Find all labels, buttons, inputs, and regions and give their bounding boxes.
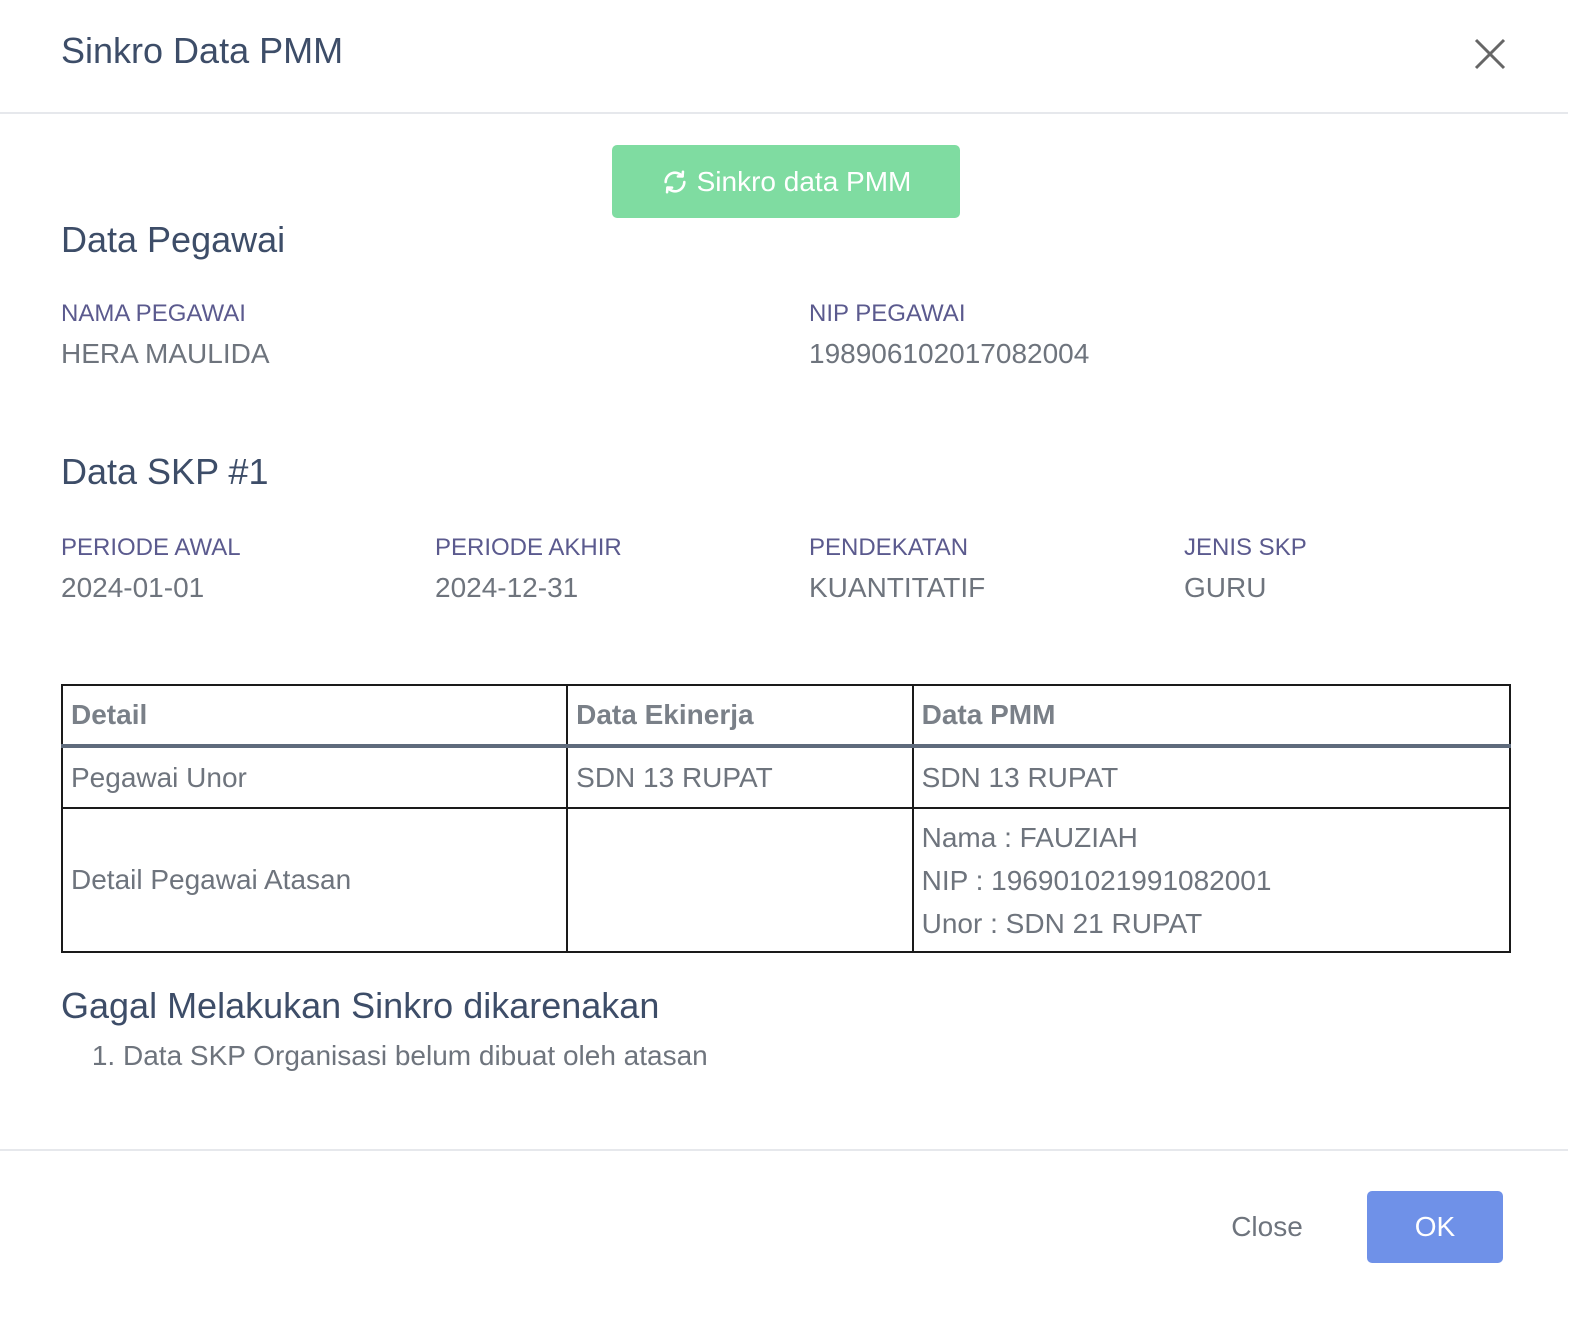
cell-detail: Pegawai Unor [60, 745, 569, 809]
pendekatan-label: PENDEKATAN [809, 534, 969, 561]
atasan-nama: Nama : FAUZIAH [921, 821, 1138, 853]
modal-footer-divider [0, 1149, 1568, 1151]
column-header-ekinerja: Data Ekinerja [566, 684, 914, 748]
sync-pmm-modal: Sinkro Data PMM Sinkro data PMM Data Peg… [0, 0, 1568, 1322]
table-row: Detail Pegawai Atasan Nama : FAUZIAH NIP… [60, 807, 1512, 953]
cell-pmm: Nama : FAUZIAH NIP : 196901021991082001 … [911, 807, 1512, 953]
close-button[interactable]: Close [1212, 1191, 1322, 1263]
cell-ekinerja [566, 807, 914, 953]
pendekatan-value: KUANTITATIF [809, 572, 986, 603]
modal-header: Sinkro Data PMM [0, 0, 1568, 114]
table-row: Pegawai Unor SDN 13 RUPAT SDN 13 RUPAT [60, 745, 1512, 809]
nama-pegawai-label: NAMA PEGAWAI [61, 300, 246, 327]
cell-detail: Detail Pegawai Atasan [60, 807, 569, 953]
failure-heading: Gagal Melakukan Sinkro dikarenakan [61, 985, 660, 1026]
failure-reasons-list: Data SKP Organisasi belum dibuat oleh at… [61, 1040, 708, 1072]
close-icon[interactable] [1468, 32, 1512, 76]
sync-button-label: Sinkro data PMM [696, 165, 912, 197]
column-header-pmm: Data PMM [911, 684, 1512, 748]
cell-pmm: SDN 13 RUPAT [911, 745, 1512, 809]
sync-pmm-button[interactable]: Sinkro data PMM [612, 145, 960, 218]
refresh-icon [664, 169, 686, 194]
periode-awal-label: PERIODE AWAL [61, 534, 241, 561]
jenis-skp-value: GURU [1184, 572, 1267, 603]
table-header-row: Detail Data Ekinerja Data PMM [60, 684, 1512, 748]
modal-title: Sinkro Data PMM [61, 30, 344, 71]
data-skp-heading: Data SKP #1 [61, 451, 269, 492]
nip-pegawai-label: NIP PEGAWAI [809, 300, 966, 327]
nip-pegawai-value: 198906102017082004 [809, 338, 1090, 369]
column-header-detail: Detail [60, 684, 569, 748]
ok-button[interactable]: OK [1367, 1191, 1503, 1263]
jenis-skp-label: JENIS SKP [1184, 534, 1307, 561]
periode-akhir-value: 2024-12-31 [435, 572, 579, 603]
periode-akhir-label: PERIODE AKHIR [435, 534, 622, 561]
cell-ekinerja: SDN 13 RUPAT [566, 745, 914, 809]
nama-pegawai-value: HERA MAULIDA [61, 338, 270, 369]
comparison-table: Detail Data Ekinerja Data PMM Pegawai Un… [60, 684, 1512, 953]
data-pegawai-heading: Data Pegawai [61, 219, 286, 260]
periode-awal-value: 2024-01-01 [61, 572, 205, 603]
list-item: Data SKP Organisasi belum dibuat oleh at… [123, 1040, 708, 1072]
atasan-nip: NIP : 196901021991082001 [921, 864, 1272, 896]
atasan-unor: Unor : SDN 21 RUPAT [921, 907, 1203, 939]
